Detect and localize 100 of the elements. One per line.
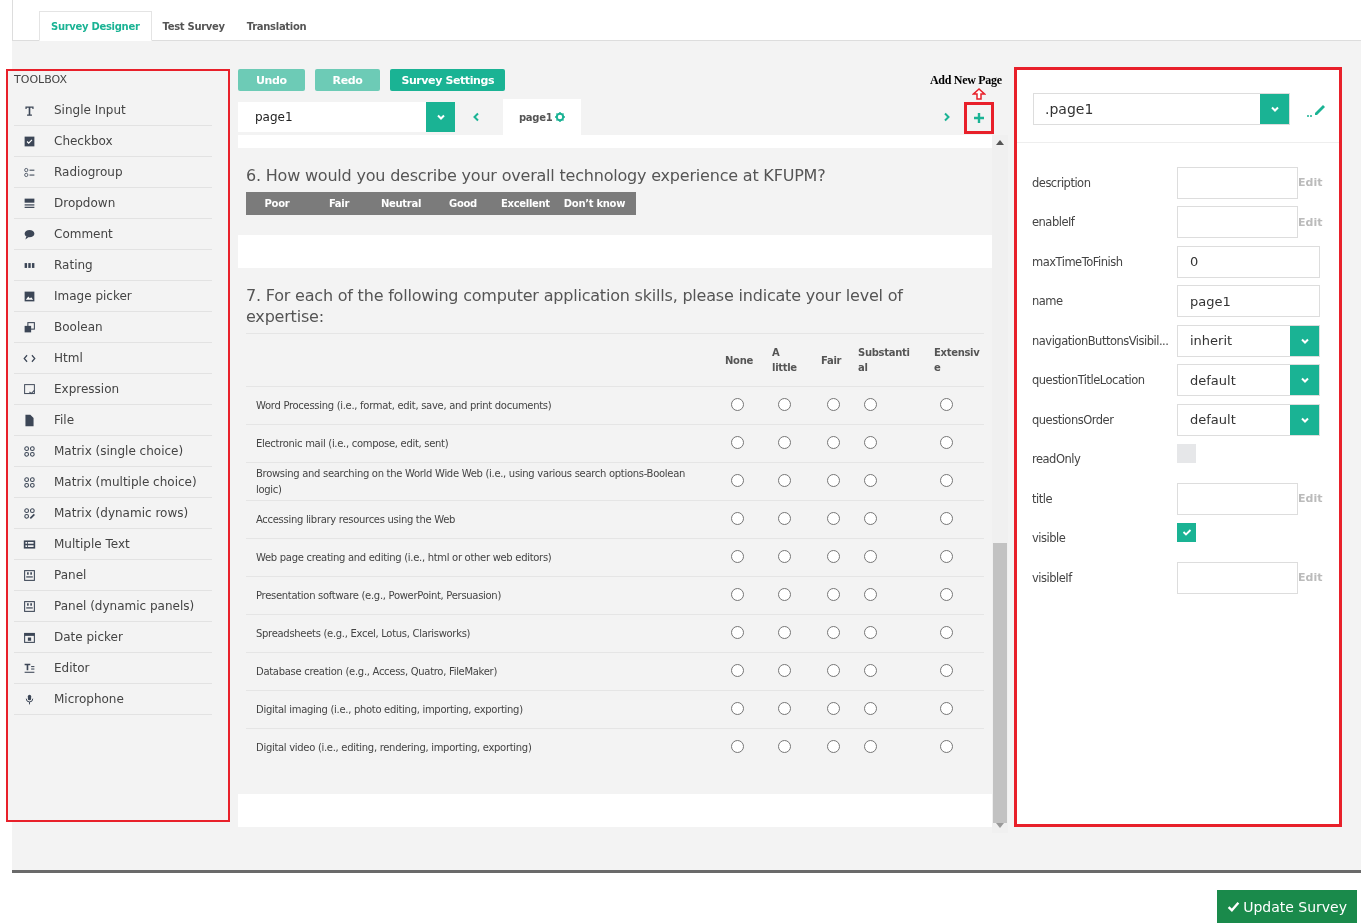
radio-button[interactable] xyxy=(940,436,953,449)
property-select[interactable]: default xyxy=(1177,364,1320,397)
radio-button[interactable] xyxy=(827,588,840,601)
scrollbar-thumb[interactable] xyxy=(993,543,1007,823)
property-field[interactable]: 0 xyxy=(1177,245,1320,278)
tab[interactable]: Translation xyxy=(235,12,318,40)
rating-option[interactable]: Poor xyxy=(246,198,308,209)
chevron-right-icon[interactable] xyxy=(942,112,952,122)
radio-button[interactable] xyxy=(731,436,744,449)
page-tab[interactable]: page1 xyxy=(503,99,582,135)
radio-button[interactable] xyxy=(864,664,877,677)
toolbox-item[interactable]: Radiogroup xyxy=(14,157,212,188)
page-select[interactable]: page1 xyxy=(238,102,455,132)
tab[interactable]: Test Survey xyxy=(151,12,236,40)
object-select[interactable]: .page1 xyxy=(1033,93,1290,125)
scroll-up-icon[interactable] xyxy=(996,139,1004,145)
toolbox-item[interactable]: Expression xyxy=(14,374,212,405)
radio-button[interactable] xyxy=(731,664,744,677)
property-checkbox[interactable] xyxy=(1177,522,1196,542)
toolbox-item[interactable]: Microphone xyxy=(14,684,212,715)
toolbox-item[interactable]: File xyxy=(14,405,212,436)
radio-button[interactable] xyxy=(778,512,791,525)
radio-button[interactable] xyxy=(827,474,840,487)
radio-button[interactable] xyxy=(864,702,877,715)
radio-button[interactable] xyxy=(778,626,791,639)
multitext-type-icon xyxy=(23,537,36,551)
rating-option[interactable]: Good xyxy=(432,198,494,209)
radio-button[interactable] xyxy=(864,398,877,411)
radio-button[interactable] xyxy=(940,702,953,715)
radio-button[interactable] xyxy=(778,664,791,677)
radio-button[interactable] xyxy=(864,740,877,753)
property-field[interactable] xyxy=(1177,482,1298,515)
radio-button[interactable] xyxy=(864,436,877,449)
radio-button[interactable] xyxy=(731,588,744,601)
property-checkbox[interactable] xyxy=(1177,443,1196,463)
update-survey-button[interactable]: Update Survey xyxy=(1217,890,1357,923)
radio-button[interactable] xyxy=(827,436,840,449)
property-field[interactable] xyxy=(1177,561,1298,594)
radio-button[interactable] xyxy=(864,626,877,639)
radio-button[interactable] xyxy=(827,664,840,677)
radio-button[interactable] xyxy=(778,740,791,753)
radio-button[interactable] xyxy=(864,550,877,563)
radio-button[interactable] xyxy=(864,588,877,601)
toolbox-item[interactable]: Single Input xyxy=(14,95,212,126)
radio-button[interactable] xyxy=(827,740,840,753)
rating-option[interactable]: Excellent xyxy=(494,198,557,209)
rating-option[interactable]: Neutral xyxy=(370,198,432,209)
radio-button[interactable] xyxy=(778,702,791,715)
radio-button[interactable] xyxy=(778,398,791,411)
radio-button[interactable] xyxy=(827,626,840,639)
rating-option[interactable]: Don’t know xyxy=(556,198,633,209)
property-select[interactable]: default xyxy=(1177,403,1320,436)
toolbox-item[interactable]: Editor xyxy=(14,653,212,684)
property-field[interactable]: page1 xyxy=(1177,285,1320,318)
radio-button[interactable] xyxy=(940,588,953,601)
toolbox-item[interactable]: Panel (dynamic panels) xyxy=(14,591,212,622)
radio-button[interactable] xyxy=(940,398,953,411)
radio-button[interactable] xyxy=(827,398,840,411)
radio-button[interactable] xyxy=(731,398,744,411)
radio-button[interactable] xyxy=(731,550,744,563)
toolbox-item[interactable]: Image picker xyxy=(14,281,212,312)
toolbox-item[interactable]: Matrix (single choice) xyxy=(14,436,212,467)
toolbox-item[interactable]: Comment xyxy=(14,219,212,250)
chevron-left-icon[interactable] xyxy=(471,112,481,122)
radio-button[interactable] xyxy=(778,588,791,601)
radio-button[interactable] xyxy=(827,512,840,525)
radio-button[interactable] xyxy=(940,550,953,563)
toolbox-item[interactable]: Html xyxy=(14,343,212,374)
radio-button[interactable] xyxy=(731,626,744,639)
radio-button[interactable] xyxy=(940,664,953,677)
radio-button[interactable] xyxy=(778,436,791,449)
toolbox-item[interactable]: Date picker xyxy=(14,622,212,653)
radio-button[interactable] xyxy=(731,474,744,487)
radio-button[interactable] xyxy=(827,550,840,563)
rating-option[interactable]: Fair xyxy=(308,198,370,209)
radio-button[interactable] xyxy=(864,474,877,487)
property-select[interactable]: inherit xyxy=(1177,324,1320,357)
toolbox-item[interactable]: Matrix (multiple choice) xyxy=(14,467,212,498)
radio-button[interactable] xyxy=(940,740,953,753)
radio-button[interactable] xyxy=(940,626,953,639)
radio-button[interactable] xyxy=(731,740,744,753)
toolbox-item[interactable]: Multiple Text xyxy=(14,529,212,560)
radio-button[interactable] xyxy=(731,702,744,715)
toolbox-item[interactable]: Checkbox xyxy=(14,126,212,157)
property-field[interactable] xyxy=(1177,206,1298,239)
radio-button[interactable] xyxy=(940,512,953,525)
toolbox-item[interactable]: Dropdown xyxy=(14,188,212,219)
toolbox-item[interactable]: Panel xyxy=(14,560,212,591)
radio-button[interactable] xyxy=(827,702,840,715)
radio-button[interactable] xyxy=(940,474,953,487)
toolbox-item[interactable]: Matrix (dynamic rows) xyxy=(14,498,212,529)
property-field[interactable] xyxy=(1177,166,1298,199)
toolbox-item[interactable]: Rating xyxy=(14,250,212,281)
radio-button[interactable] xyxy=(778,550,791,563)
add-page-button[interactable] xyxy=(964,102,994,134)
radio-button[interactable] xyxy=(778,474,791,487)
toolbox-item[interactable]: Boolean xyxy=(14,312,212,343)
radio-button[interactable] xyxy=(731,512,744,525)
radio-button[interactable] xyxy=(864,512,877,525)
gear-icon[interactable] xyxy=(555,112,566,122)
